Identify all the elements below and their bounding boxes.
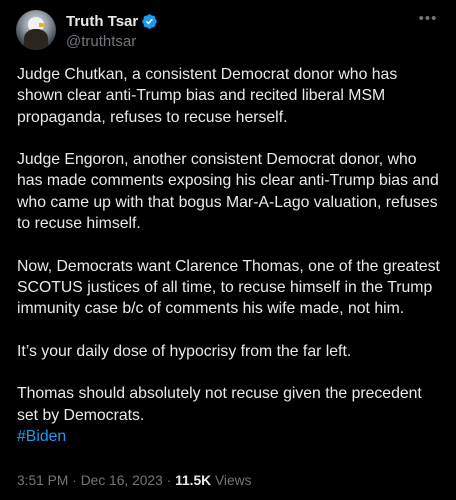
- tweet-meta: 3:51 PM · Dec 16, 2023 · 11.5K Views: [17, 472, 252, 490]
- tweet: Truth Tsar @truthtsar ••• Judge Chutkan,…: [0, 0, 456, 500]
- tweet-paragraph: Now, Democrats want Clarence Thomas, one…: [17, 257, 440, 318]
- avatar[interactable]: [16, 10, 56, 50]
- tweet-time[interactable]: 3:51 PM: [17, 473, 68, 488]
- tweet-date[interactable]: Dec 16, 2023: [81, 473, 163, 488]
- tweet-paragraph: It’s your daily dose of hypocrisy from t…: [17, 342, 352, 360]
- author-handle[interactable]: @truthtsar: [66, 32, 158, 51]
- tweet-paragraph: Judge Engoron, another consistent Democr…: [17, 151, 439, 233]
- verified-badge-icon: [142, 14, 157, 29]
- views-label: Views: [214, 473, 252, 488]
- meta-separator: ·: [166, 473, 172, 488]
- more-options-button[interactable]: •••: [418, 10, 438, 29]
- hashtag-link[interactable]: #Biden: [17, 428, 66, 445]
- views-count: 11.5K: [175, 473, 212, 488]
- author-name-block: Truth Tsar @truthtsar: [66, 12, 158, 51]
- meta-separator: ·: [72, 473, 77, 488]
- author-display-name[interactable]: Truth Tsar: [66, 12, 138, 31]
- tweet-text: Judge Chutkan, a consistent Democrat don…: [17, 64, 443, 447]
- more-icon: •••: [418, 10, 438, 27]
- tweet-paragraph: Thomas should absolutely not recuse give…: [17, 385, 422, 446]
- tweet-paragraph: Judge Chutkan, a consistent Democrat don…: [17, 66, 398, 126]
- tweet-header: Truth Tsar @truthtsar •••: [16, 10, 440, 52]
